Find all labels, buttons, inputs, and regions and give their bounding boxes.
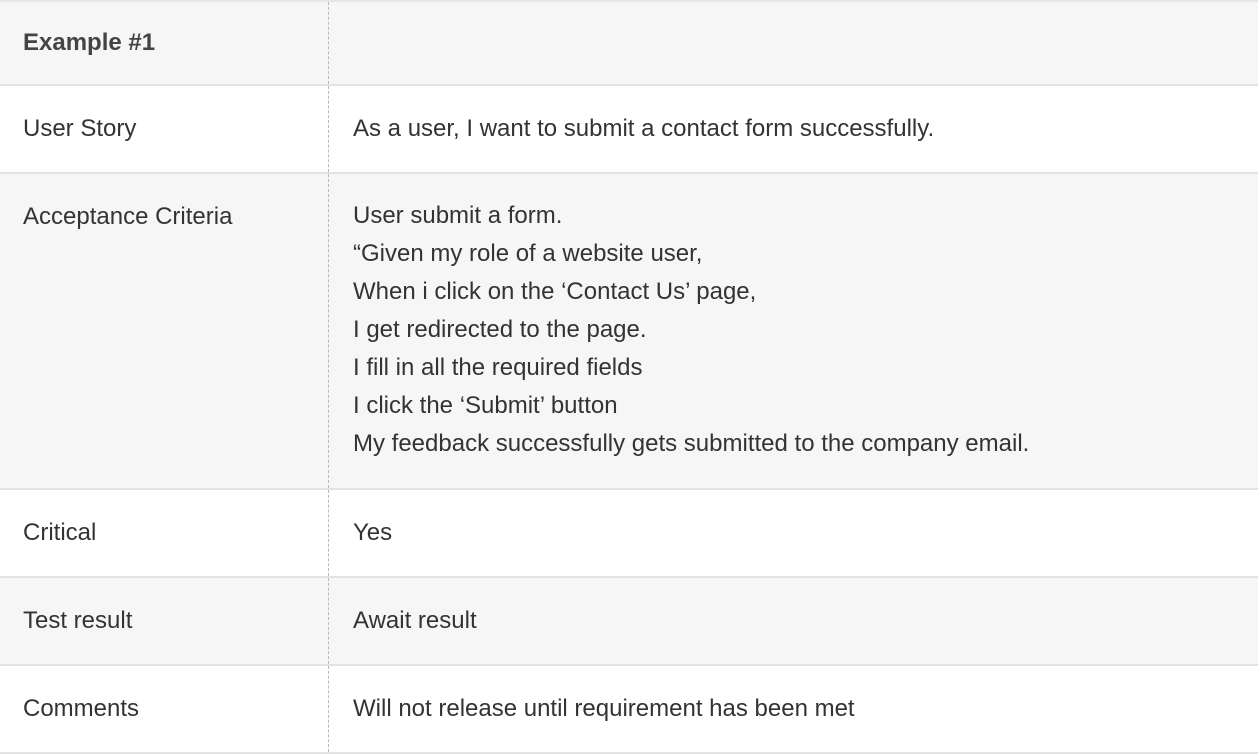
criteria-line: “Given my role of a website user, xyxy=(353,240,703,267)
test-case-table: Example #1 User Story As a user, I want … xyxy=(0,0,1258,754)
row-value: As a user, I want to submit a contact fo… xyxy=(353,115,935,142)
row-value: Await result xyxy=(353,607,477,634)
table-header-row: Example #1 xyxy=(0,2,1258,86)
row-label: Test result xyxy=(0,578,329,664)
criteria-line: I click the ‘Submit’ button xyxy=(353,392,618,419)
criteria-line: I get redirected to the page. xyxy=(353,316,647,343)
acceptance-criteria-lines: User submit a form. “Given my role of a … xyxy=(353,197,1029,463)
criteria-line: I fill in all the required fields xyxy=(353,354,643,381)
table-row-user-story: User Story As a user, I want to submit a… xyxy=(0,86,1258,174)
table-row-comments: Comments Will not release until requirem… xyxy=(0,666,1258,754)
row-label: Comments xyxy=(0,666,329,752)
table-row-acceptance-criteria: Acceptance Criteria User submit a form. … xyxy=(0,174,1258,490)
table-header-value xyxy=(329,2,1258,84)
row-label: User Story xyxy=(0,86,329,172)
row-value: Yes xyxy=(353,519,393,546)
criteria-line: User submit a form. xyxy=(353,202,563,229)
row-label: Critical xyxy=(0,490,329,576)
criteria-line: When i click on the ‘Contact Us’ page, xyxy=(353,278,757,305)
row-value: Will not release until requirement has b… xyxy=(353,695,855,722)
criteria-line: My feedback successfully gets submitted … xyxy=(353,430,1030,457)
row-label: Acceptance Criteria xyxy=(0,174,329,488)
table-row-test-result: Test result Await result xyxy=(0,578,1258,666)
table-row-critical: Critical Yes xyxy=(0,490,1258,578)
row-value: User submit a form. “Given my role of a … xyxy=(329,174,1258,488)
table-title: Example #1 xyxy=(0,2,329,84)
